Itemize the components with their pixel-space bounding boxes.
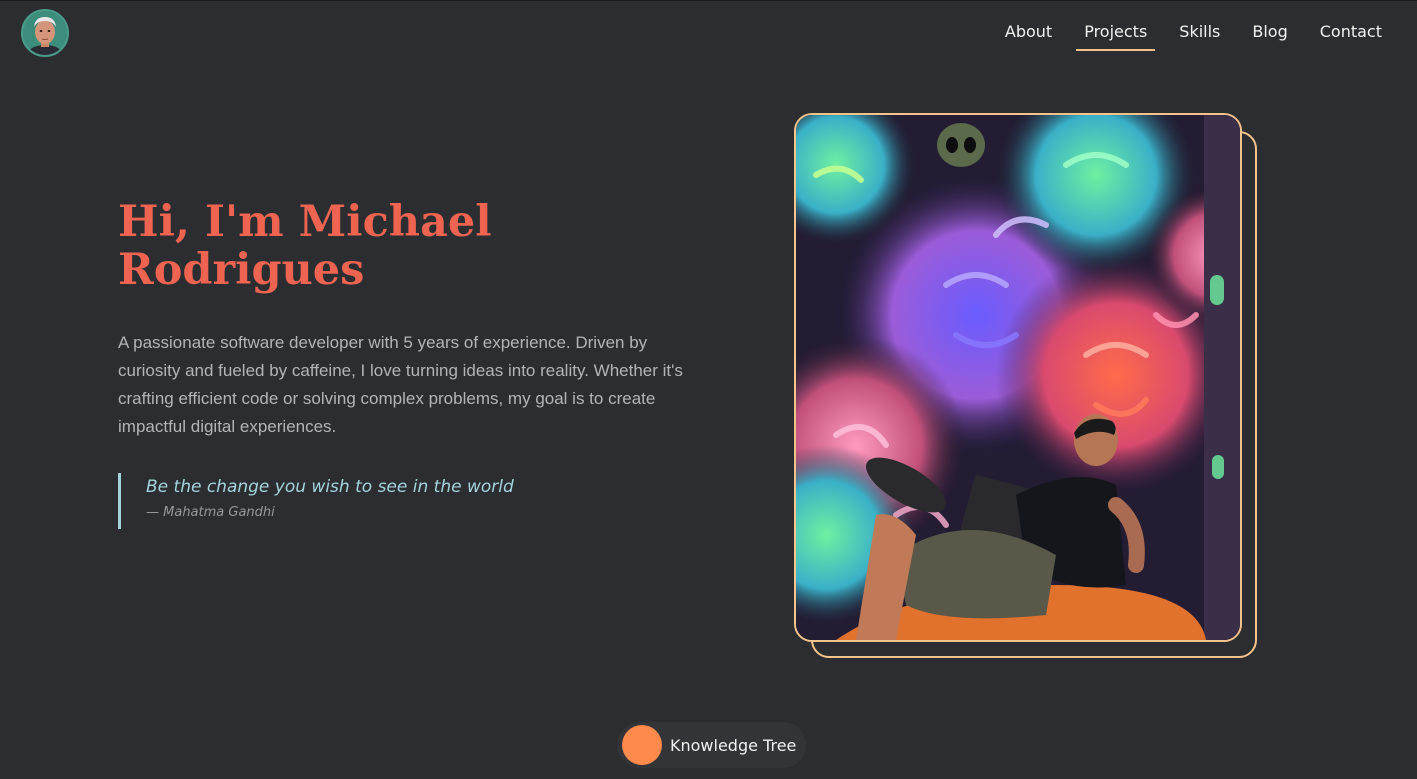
quote-block: Be the change you wish to see in the wor…	[118, 473, 514, 529]
nav-projects[interactable]: Projects	[1076, 21, 1156, 51]
hero-title: Hi, I'm Michael Rodrigues	[118, 198, 638, 294]
nav-skills[interactable]: Skills	[1171, 21, 1228, 51]
nav-blog[interactable]: Blog	[1244, 21, 1295, 51]
hero-bio: A passionate software developer with 5 y…	[118, 333, 683, 436]
top-divider	[0, 0, 1417, 1]
knowledge-tree-label: Knowledge Tree	[670, 735, 797, 755]
quote-text: Be the change you wish to see in the wor…	[146, 477, 514, 497]
nav-about[interactable]: About	[997, 21, 1060, 51]
main-nav: About Projects Skills Blog Contact	[981, 21, 1390, 51]
portrait-photo	[794, 113, 1242, 642]
hero-title-line2: Rodrigues	[118, 245, 365, 295]
knowledge-tree-button[interactable]: Knowledge Tree	[617, 722, 806, 768]
profile-avatar-icon	[23, 11, 67, 55]
knowledge-tree-dot-icon	[622, 725, 662, 765]
quote-author: — Mahatma Gandhi	[146, 505, 275, 520]
hero-title-line1: Hi, I'm Michael	[118, 197, 492, 247]
avatar[interactable]	[21, 9, 69, 57]
nav-contact[interactable]: Contact	[1312, 21, 1390, 51]
portrait-photo-icon	[796, 115, 1240, 640]
